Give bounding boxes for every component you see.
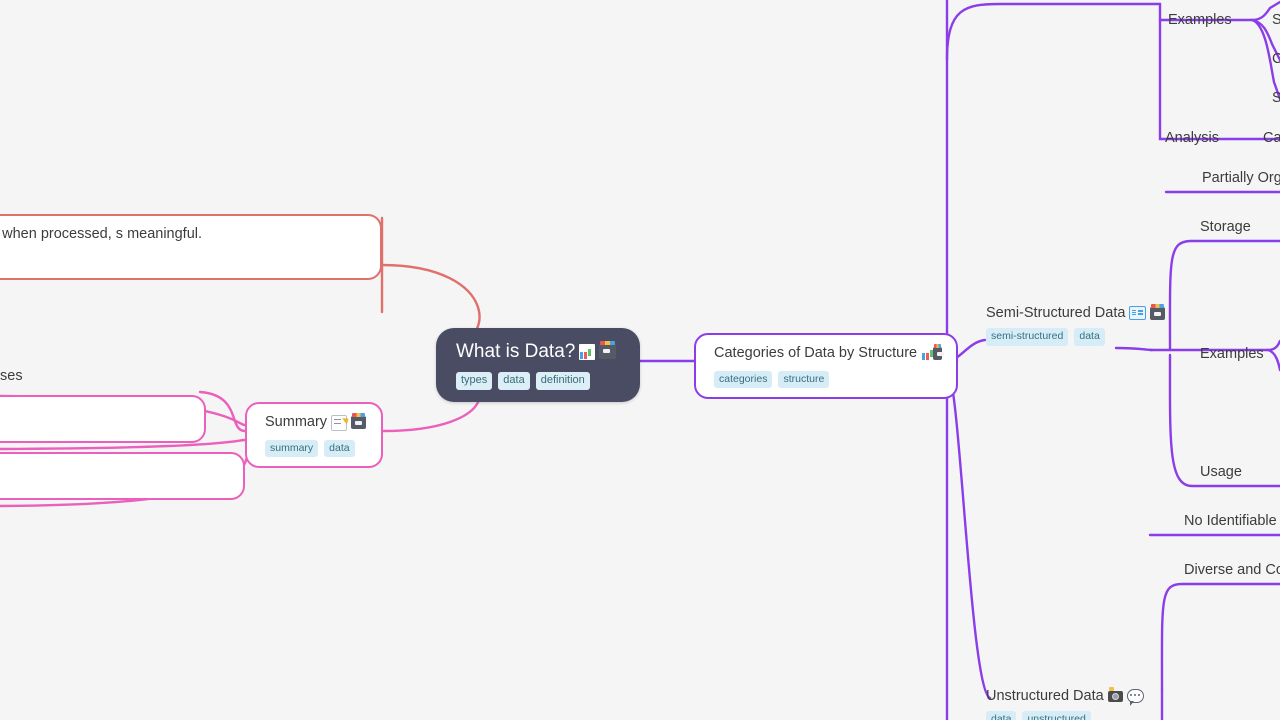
leaf-structured-right-3[interactable]: S — [1272, 90, 1280, 106]
node-semi-structured-title: Semi-Structured Data — [986, 303, 1166, 321]
node-root-tags: types data definition — [456, 371, 620, 390]
leaf-semi-examples[interactable]: Examples — [1200, 346, 1264, 362]
node-categories-label: Categories of Data by Structure — [714, 345, 918, 361]
edge-semi-ex-c1 — [1266, 339, 1280, 352]
node-unstructured[interactable]: Unstructured Data data unstructured — [986, 686, 1144, 720]
input-latin-letters-icon — [1129, 306, 1147, 320]
node-semi-structured-tags: semi-structured data — [986, 328, 1165, 346]
memo-icon — [331, 414, 348, 431]
card-file-box-icon — [933, 344, 944, 361]
tag-categories[interactable]: categories — [714, 370, 773, 389]
node-structured-fragment-text: ily stored and analyzed in databases — [0, 368, 23, 384]
node-unstructured-fragment-text: res specialized tools for analysis, — [0, 466, 229, 486]
tag-summary[interactable]: summary — [265, 439, 319, 458]
leaf-structured-examples[interactable]: Examples — [1168, 12, 1232, 28]
node-unstructured-tags: data unstructured — [986, 711, 1144, 720]
card-file-box-icon — [599, 341, 617, 360]
leaf-semi-storage[interactable]: Storage — [1200, 219, 1251, 235]
tag-structure[interactable]: structure — [778, 370, 830, 389]
tag-semi-structured[interactable]: semi-structured — [986, 328, 1069, 346]
leaf-structured-right-1[interactable]: S — [1272, 12, 1280, 28]
node-semi-structured-label: Semi-Structured Data — [986, 305, 1126, 321]
mindmap-edges — [0, 0, 1280, 720]
tag-data[interactable]: data — [324, 439, 355, 458]
edge-unstructured-diverse — [1160, 582, 1280, 692]
edge-semi-node-spine — [1114, 346, 1154, 352]
node-summary-label: Summary — [265, 414, 328, 430]
camera-with-flash-icon — [1107, 686, 1123, 702]
leaf-unstructured-diverse[interactable]: Diverse and Con — [1184, 562, 1280, 578]
leaf-semi-partially-organized[interactable]: Partially Orga — [1202, 170, 1280, 186]
leaf-unstructured-no-identifiable[interactable]: No Identifiable S — [1184, 513, 1280, 529]
node-categories[interactable]: Categories of Data by Structure categori… — [694, 333, 958, 400]
tag-types[interactable]: types — [456, 371, 493, 390]
mindmap-canvas[interactable]: ers to unorganized information that, whe… — [0, 0, 1280, 720]
node-categories-tags: categories structure — [714, 370, 942, 389]
card-file-box-icon — [1150, 303, 1166, 320]
bar-chart-icon — [579, 343, 596, 360]
node-root-label: What is Data? — [456, 341, 576, 362]
leaf-semi-usage[interactable]: Usage — [1200, 464, 1242, 480]
node-categories-title: Categories of Data by Structure — [714, 344, 944, 364]
leaf-structured-right-4[interactable]: Ca — [1263, 130, 1280, 146]
tag-data[interactable]: data — [498, 371, 530, 390]
edge-trunk-unstructured — [945, 368, 992, 700]
node-root-title: What is Data? — [456, 339, 620, 365]
node-definition-tags: information — [0, 252, 366, 270]
node-unstructured-label: Unstructured Data — [986, 688, 1104, 704]
node-semi-fragment-text: , relying on metadata and tags for — [0, 409, 190, 429]
node-unstructured-fragment[interactable]: res specialized tools for analysis, — [0, 452, 245, 500]
edge-trunk-structured — [945, 2, 1162, 62]
tag-definition[interactable]: definition — [535, 371, 590, 390]
edge-semi-ex-c2 — [1266, 348, 1280, 372]
speech-balloon-icon — [1126, 689, 1144, 706]
node-semi-structured[interactable]: Semi-Structured Data semi-structured dat… — [986, 303, 1166, 346]
node-summary-tags: summary data — [265, 439, 367, 458]
leaf-structured-analysis[interactable]: Analysis — [1165, 130, 1219, 146]
node-definition-title: ers to unorganized information that, whe… — [0, 226, 203, 242]
edge-summary-structured — [198, 390, 247, 433]
node-summary-title: Summary — [265, 413, 367, 433]
bar-chart-icon — [921, 346, 930, 361]
tag-data[interactable]: data — [986, 711, 1017, 720]
card-file-box-icon — [351, 413, 367, 430]
node-definition[interactable]: ers to unorganized information that, whe… — [0, 214, 382, 281]
leaf-structured-right-2[interactable]: C — [1272, 51, 1280, 67]
node-root[interactable]: What is Data? types data definition — [436, 328, 640, 402]
node-summary[interactable]: Summary summary data — [245, 402, 383, 469]
node-semi-fragment[interactable]: , relying on metadata and tags for — [0, 395, 206, 443]
edge-semi-storage — [1168, 239, 1280, 352]
tag-data[interactable]: data — [1074, 328, 1105, 346]
node-unstructured-title: Unstructured Data — [986, 686, 1144, 706]
node-structured-fragment[interactable]: ily stored and analyzed in databases — [0, 368, 23, 384]
tag-unstructured[interactable]: unstructured — [1022, 711, 1091, 720]
